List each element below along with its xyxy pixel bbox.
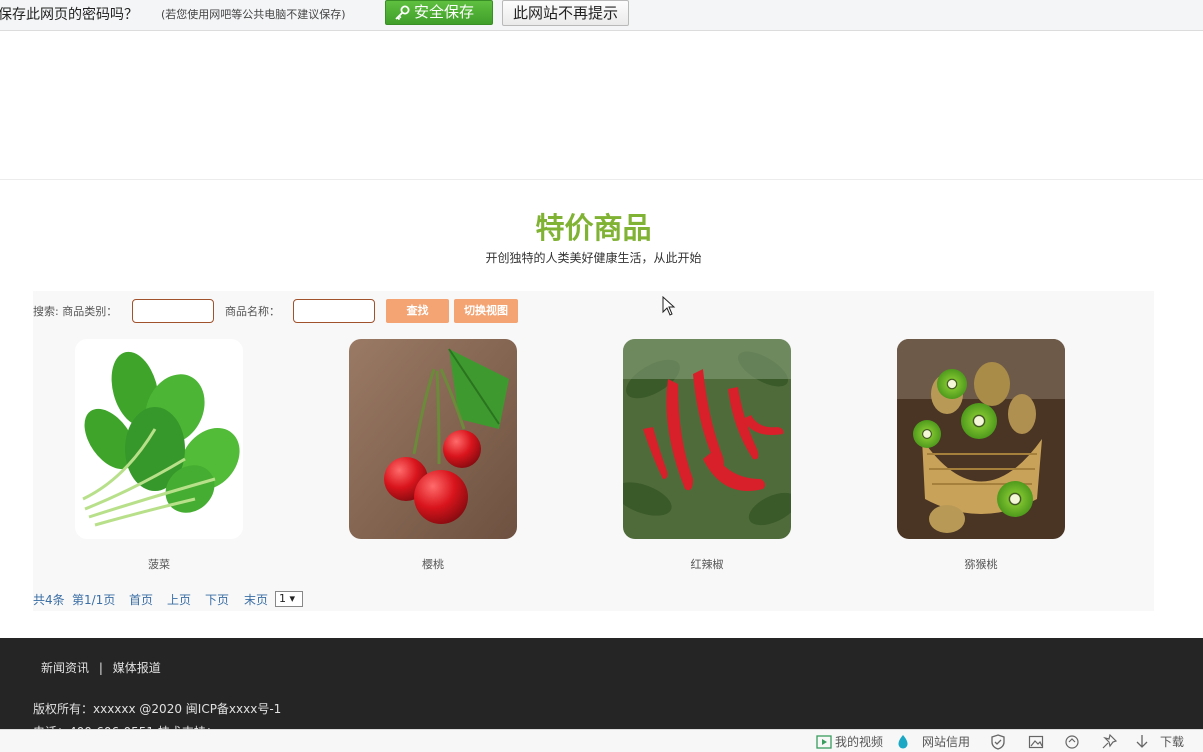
product-card[interactable]: 红辣椒 — [623, 339, 791, 571]
pager-current-page: 第1/1页 — [72, 593, 116, 607]
search-button[interactable]: 查找 — [386, 299, 449, 323]
save-password-question: 保存此网页的密码吗？ — [0, 7, 138, 23]
refresh-icon[interactable] — [1064, 734, 1080, 750]
switch-view-button[interactable]: 切换视图 — [454, 299, 518, 323]
footer-link-news[interactable]: 新闻资讯 — [41, 661, 89, 675]
category-label: 搜索: 商品类别： — [33, 305, 118, 318]
save-password-hint: (若您使用网吧等公共电脑不建议保存) — [161, 8, 346, 21]
product-name-label: 商品名称： — [225, 305, 280, 318]
category-input[interactable] — [132, 299, 214, 323]
mouse-cursor-icon — [662, 296, 676, 316]
page-title: 特价商品 — [535, 211, 652, 245]
product-card[interactable]: 菠菜 — [75, 339, 243, 571]
download-icon[interactable] — [1134, 734, 1150, 750]
product-name[interactable]: 猕猴桃 — [897, 556, 1065, 572]
product-name-input[interactable] — [293, 299, 375, 323]
product-card[interactable]: 猕猴桃 — [897, 339, 1065, 571]
key-icon — [395, 5, 410, 21]
page-subtitle: 开创独特的人类美好健康生活，从此开始 — [485, 251, 702, 265]
header-divider — [0, 179, 1203, 180]
page-select[interactable]: 1 ▾ — [275, 591, 303, 607]
site-credit-link[interactable]: 网站信用 — [922, 733, 970, 750]
footer-copyright: 版权所有：xxxxxx @2020 闽ICP备xxxx号-1 — [33, 702, 282, 716]
shield-icon[interactable] — [990, 734, 1006, 750]
pager-total: 共4条 — [33, 593, 65, 607]
safe-save-label: 安全保存 — [414, 3, 475, 21]
footer-links: 新闻资讯 | 媒体报道 — [41, 659, 161, 676]
pager-next-link[interactable]: 下页 — [205, 591, 229, 608]
product-name[interactable]: 菠菜 — [75, 556, 243, 572]
pin-icon[interactable] — [1101, 734, 1117, 750]
red-chili-image[interactable] — [623, 339, 791, 539]
product-name[interactable]: 樱桃 — [349, 556, 517, 572]
browser-status-bar: 我的视频 网站信用 下载 — [0, 729, 1203, 752]
image-icon[interactable] — [1028, 734, 1044, 750]
footer-separator: | — [98, 661, 103, 675]
product-name[interactable]: 红辣椒 — [623, 556, 791, 572]
pager-last-link[interactable]: 末页 — [244, 591, 268, 608]
my-video-link[interactable]: 我的视频 — [835, 733, 883, 750]
download-link[interactable]: 下载 — [1160, 733, 1184, 750]
cherry-image[interactable] — [349, 339, 517, 539]
safe-save-button[interactable]: 安全保存 — [385, 0, 493, 25]
spinach-image[interactable] — [75, 339, 243, 539]
product-card[interactable]: 樱桃 — [349, 339, 517, 571]
pager-first-link[interactable]: 首页 — [129, 591, 153, 608]
password-save-bar: 保存此网页的密码吗？ (若您使用网吧等公共电脑不建议保存) 安全保存 此网站不再… — [0, 0, 1203, 31]
drop-icon — [898, 735, 908, 749]
video-icon — [816, 735, 832, 749]
kiwi-image[interactable] — [897, 339, 1065, 539]
never-remind-button[interactable]: 此网站不再提示 — [502, 0, 629, 26]
footer-link-media[interactable]: 媒体报道 — [113, 661, 161, 675]
pager-prev-link[interactable]: 上页 — [167, 591, 191, 608]
